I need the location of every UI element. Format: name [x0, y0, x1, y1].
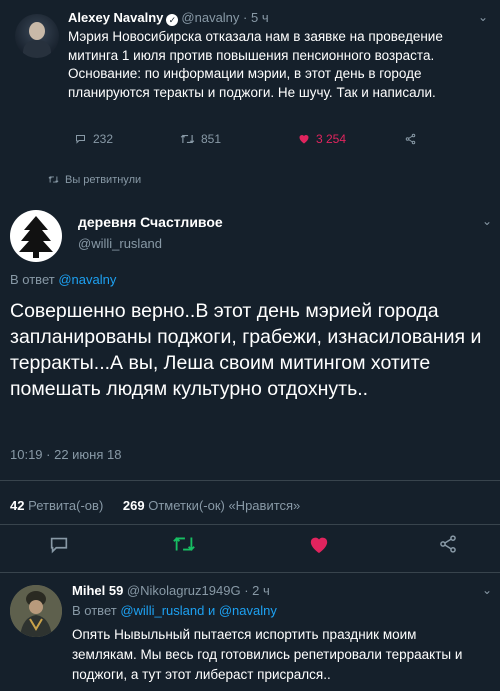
heart-icon — [299, 135, 309, 144]
retweeted-label: Вы ретвитнули — [65, 174, 142, 186]
reply-button[interactable] — [48, 534, 74, 560]
separator-dot: · — [240, 583, 253, 598]
retweet-stat-count: 42 — [10, 498, 25, 513]
tweet-text: Мэрия Новосибирска отказала нам в заявке… — [68, 29, 443, 100]
like-button[interactable] — [308, 534, 334, 560]
reply-mention-link[interactable]: @willi_rusland — [120, 603, 204, 618]
author-handle[interactable]: @willi_rusland — [78, 236, 162, 251]
author-handle[interactable]: @Nikolagruz1949G — [127, 583, 241, 598]
share-icon — [440, 535, 456, 553]
separator-dot: · — [239, 10, 251, 25]
chevron-down-icon[interactable]: ⌄ — [482, 214, 492, 228]
divider — [0, 480, 500, 481]
timeline: Alexey Navalny ✓ @navalny · 5 ч ⌄ Мэрия Но… — [0, 0, 500, 691]
reply-button[interactable]: 232 — [74, 132, 113, 146]
retweet-stat-label: Ретвита(-ов) — [28, 498, 104, 513]
retweet-button[interactable]: 851 — [180, 132, 221, 146]
like-button[interactable]: 3 254 — [298, 132, 346, 146]
author-name[interactable]: деревня Счастливое — [78, 214, 223, 230]
divider — [0, 524, 500, 525]
tweet-actions — [0, 534, 500, 560]
tweet-navalny[interactable]: Alexey Navalny ✓ @navalny · 5 ч ⌄ Мэрия Но… — [0, 0, 500, 160]
verified-icon: ✓ — [166, 14, 179, 26]
tweet-text: Опять Нывыльный пытается испортить празд… — [72, 627, 463, 682]
avatar-body-shape — [23, 40, 51, 58]
heart-icon — [310, 537, 328, 554]
share-button[interactable] — [404, 132, 417, 146]
retweet-button[interactable] — [172, 534, 198, 560]
like-stat-label: Отметки(-ок) «Нравится» — [148, 498, 301, 513]
author-name[interactable]: Mihel 59 — [72, 583, 123, 598]
reply-count: 232 — [93, 132, 114, 146]
avatar[interactable] — [10, 585, 62, 637]
retweet-stat[interactable]: 42 Ретвита(-ов) — [10, 498, 103, 513]
reply-prefix: В ответ — [72, 603, 117, 618]
divider — [0, 572, 500, 573]
share-button[interactable] — [438, 534, 464, 560]
tweet-stats: 42 Ретвита(-ов) 269 Отметки(-ок) «Нравит… — [10, 498, 300, 513]
reply-icon — [76, 135, 85, 144]
reply-mention-link[interactable]: @navalny — [219, 603, 277, 618]
reply-prefix: В ответ — [10, 272, 55, 287]
reply-context: В ответ @navalny — [10, 272, 116, 287]
retweet-icon — [180, 134, 195, 144]
tweet-header: Alexey Navalny ✓ @navalny · 5 ч — [68, 10, 269, 26]
retweet-icon — [173, 537, 195, 551]
author-name[interactable]: Alexey Navalny — [68, 10, 163, 25]
tweet-time[interactable]: 2 ч — [252, 583, 270, 598]
chevron-down-icon[interactable]: ⌄ — [478, 10, 488, 24]
avatar-head-shape — [29, 22, 45, 40]
tree-logo-icon — [19, 216, 53, 258]
like-stat-count: 269 — [122, 498, 145, 513]
tweet-header: Mihel 59 @Nikolagruz1949G · 2 ч — [72, 583, 270, 598]
tweet-text: Совершенно верно..В этот день мэрией гор… — [10, 300, 482, 400]
reply-context: В ответ @willi_rusland и @navalny — [72, 603, 277, 618]
retweeted-indicator: Вы ретвитнули — [48, 174, 141, 186]
author-handle[interactable]: @navalny — [181, 10, 239, 25]
reply-and: и — [207, 603, 216, 618]
share-icon — [405, 133, 416, 145]
avatar[interactable] — [10, 210, 62, 262]
tweet-actions: 232 851 3 254 — [68, 132, 448, 150]
chevron-down-icon[interactable]: ⌄ — [482, 583, 492, 597]
retweet-icon — [48, 176, 59, 183]
tweet-time[interactable]: 5 ч — [251, 10, 269, 25]
avatar[interactable] — [15, 14, 59, 58]
reply-mention-link[interactable]: @navalny — [58, 272, 116, 287]
tweet-timestamp[interactable]: 10:19 · 22 июня 18 — [10, 447, 121, 462]
like-count: 3 254 — [316, 132, 347, 146]
reply-icon — [50, 537, 68, 554]
portrait-avatar-icon — [10, 585, 62, 637]
like-stat[interactable]: 269 Отметки(-ок) «Нравится» — [123, 498, 300, 513]
retweet-count: 851 — [201, 132, 222, 146]
